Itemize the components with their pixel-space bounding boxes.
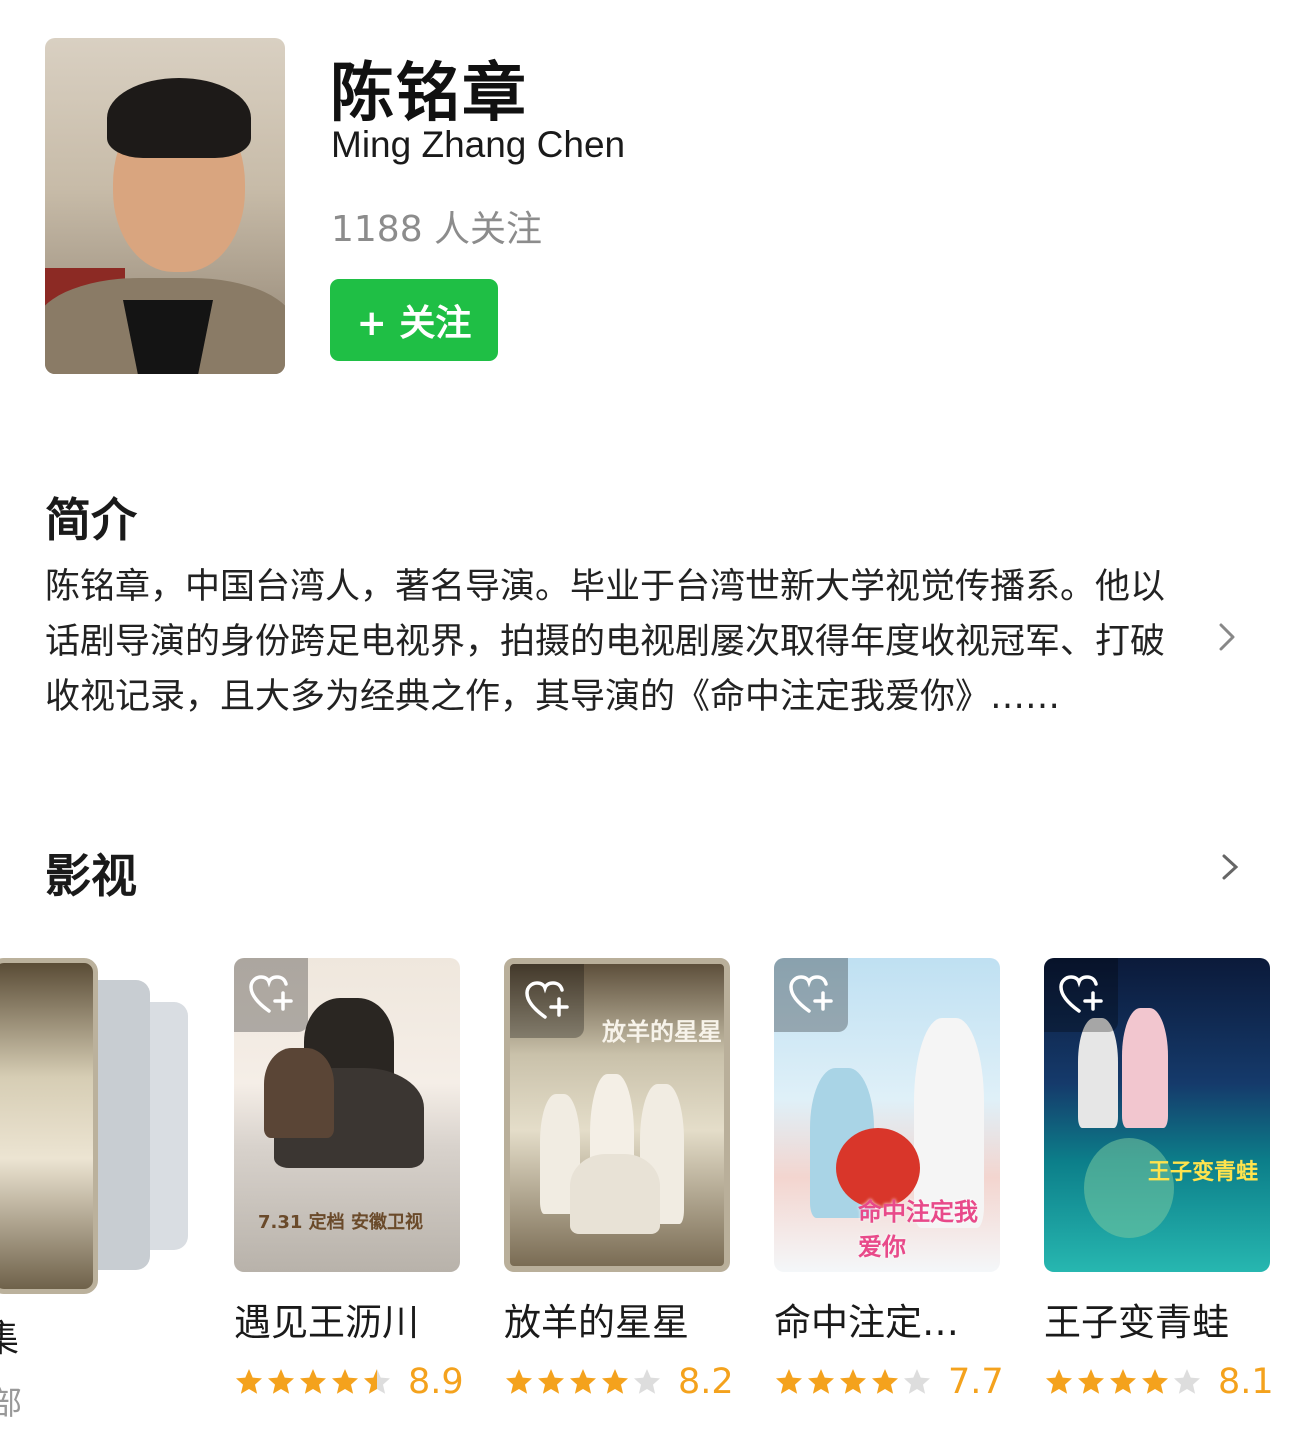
film-card[interactable]: 命中注定我爱你 命中注定… 7.7: [774, 958, 1004, 1402]
films-heading: 影视: [45, 849, 137, 903]
star-icon: [332, 1369, 358, 1394]
star-rating: [1044, 1367, 1204, 1397]
rating-row: 8.1: [1044, 1362, 1274, 1402]
film-title[interactable]: 命中注定…: [774, 1292, 1000, 1346]
star-icon: [776, 1369, 802, 1394]
film-poster[interactable]: 放羊的星星: [504, 958, 730, 1272]
heart-plus-icon: [525, 981, 569, 1019]
star-rating: [234, 1367, 394, 1397]
heart-plus-icon: [249, 975, 293, 1013]
poster-text: 7.31 定档 安徽卫视: [258, 1212, 423, 1233]
star-rating: [504, 1367, 664, 1397]
person-name-en: Ming Zhang Chen: [331, 124, 626, 165]
partial-film-sub: 部: [0, 1384, 23, 1422]
add-favorite-button[interactable]: [510, 964, 584, 1038]
star-icon: [364, 1369, 390, 1394]
star-rating: [774, 1367, 934, 1397]
person-name-zh: 陈铭章: [330, 57, 528, 131]
star-icon: [1110, 1369, 1136, 1394]
intro-text[interactable]: 陈铭章，中国台湾人，著名导演。毕业于台湾世新大学视觉传播系。他以话剧导演的身份跨…: [45, 560, 1180, 725]
follow-button[interactable]: + 关注: [330, 279, 498, 361]
rating-row: 7.7: [774, 1362, 1004, 1402]
star-icon: [268, 1369, 294, 1394]
intro-heading: 简介: [45, 493, 137, 547]
film-card[interactable]: 放羊的星星 放羊的星星 8.2: [504, 958, 734, 1402]
rating-row: 8.9: [234, 1362, 464, 1402]
rating-score: 8.9: [408, 1362, 464, 1402]
star-icon: [872, 1369, 898, 1394]
star-icon: [570, 1369, 596, 1394]
film-card[interactable]: 王子变青蛙 王子变青蛙 8.1: [1044, 958, 1274, 1402]
film-poster[interactable]: 7.31 定档 安徽卫视: [234, 958, 460, 1272]
arrow-right-icon[interactable]: [1000, 850, 1240, 884]
star-icon: [300, 1369, 326, 1394]
star-icon: [1046, 1369, 1072, 1394]
poster-text: 放羊的星星: [602, 1018, 722, 1046]
star-icon: [236, 1369, 262, 1394]
avatar: [45, 38, 285, 374]
follower-count: 1188 人关注: [331, 209, 543, 250]
film-title[interactable]: 放羊的星星: [504, 1292, 730, 1346]
film-poster[interactable]: 王子变青蛙: [1044, 958, 1270, 1272]
rating-score: 8.2: [678, 1362, 734, 1402]
film-card[interactable]: 7.31 定档 安徽卫视 遇见王沥川 8.9: [234, 958, 464, 1402]
star-icon: [506, 1369, 532, 1394]
poster-text: 命中注定我爱你: [858, 1198, 978, 1261]
star-icon: [840, 1369, 866, 1394]
add-favorite-button[interactable]: [774, 958, 848, 1032]
star-icon: [808, 1369, 834, 1394]
partial-film-title: 集: [0, 1317, 19, 1360]
rating-score: 7.7: [948, 1362, 1004, 1402]
star-icon: [904, 1369, 930, 1394]
star-icon: [538, 1369, 564, 1394]
add-favorite-button[interactable]: [1044, 958, 1118, 1032]
rating-score: 8.1: [1218, 1362, 1274, 1402]
poster-text: 王子变青蛙: [1148, 1160, 1259, 1185]
star-icon: [1078, 1369, 1104, 1394]
chevron-right-icon[interactable]: [1212, 622, 1242, 652]
star-icon: [1174, 1369, 1200, 1394]
star-icon: [634, 1369, 660, 1394]
add-favorite-button[interactable]: [234, 958, 308, 1032]
partial-film-card[interactable]: [0, 958, 190, 1294]
film-title[interactable]: 遇见王沥川: [234, 1292, 460, 1346]
star-icon: [1142, 1369, 1168, 1394]
heart-plus-icon: [789, 975, 833, 1013]
film-poster[interactable]: 命中注定我爱你: [774, 958, 1000, 1272]
heart-plus-icon: [1059, 975, 1103, 1013]
rating-row: 8.2: [504, 1362, 734, 1402]
film-title[interactable]: 王子变青蛙: [1044, 1292, 1270, 1346]
star-icon: [602, 1369, 628, 1394]
